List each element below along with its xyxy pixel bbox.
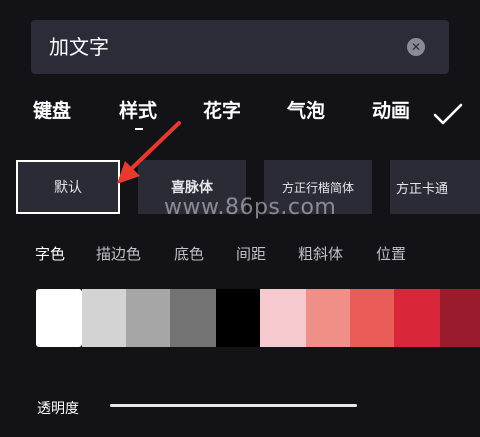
text-input[interactable]: 加文字 ✕: [31, 20, 449, 74]
subtab-stroke-color[interactable]: 描边色: [96, 244, 141, 264]
subtab-position[interactable]: 位置: [376, 244, 406, 264]
red-arrow-annotation: [117, 121, 181, 184]
color-swatch[interactable]: [126, 289, 170, 347]
tab-fancy-text[interactable]: 花字: [203, 96, 241, 126]
opacity-slider[interactable]: [110, 404, 357, 407]
font-option-label: 方正卡通: [396, 181, 449, 197]
opacity-label: 透明度: [37, 401, 79, 417]
font-option-fangzheng-katong[interactable]: 方正卡通: [390, 160, 480, 214]
edit-tabs: 键盘 样式 花字 气泡 动画: [0, 96, 480, 136]
subtab-background-color[interactable]: 底色: [174, 244, 204, 264]
color-swatch[interactable]: [440, 289, 480, 347]
font-option-label: 方正行楷简体: [281, 180, 354, 195]
color-swatch[interactable]: [170, 289, 216, 347]
watermark-text: www.86ps.com: [164, 195, 337, 220]
clear-icon[interactable]: ✕: [407, 38, 425, 56]
color-swatch[interactable]: [82, 289, 126, 347]
tab-animation[interactable]: 动画: [372, 96, 410, 126]
font-option-label: 默认: [54, 180, 82, 196]
color-swatch[interactable]: [260, 289, 306, 347]
color-swatch-selected[interactable]: [36, 289, 82, 347]
color-swatch[interactable]: [306, 289, 350, 347]
style-subtabs: 字色 描边色 底色 间距 粗斜体 位置: [0, 244, 480, 268]
color-swatch[interactable]: [216, 289, 260, 347]
checkmark-icon[interactable]: [432, 101, 464, 127]
subtab-bold-italic[interactable]: 粗斜体: [298, 244, 343, 264]
subtab-spacing[interactable]: 间距: [236, 244, 266, 264]
color-palette: [34, 289, 480, 349]
text-input-value[interactable]: 加文字: [49, 34, 109, 60]
tab-keyboard[interactable]: 键盘: [33, 96, 71, 126]
subtab-text-color[interactable]: 字色: [35, 244, 65, 264]
color-swatch[interactable]: [350, 289, 394, 347]
tab-bubble[interactable]: 气泡: [287, 96, 325, 126]
color-swatch[interactable]: [394, 289, 440, 347]
